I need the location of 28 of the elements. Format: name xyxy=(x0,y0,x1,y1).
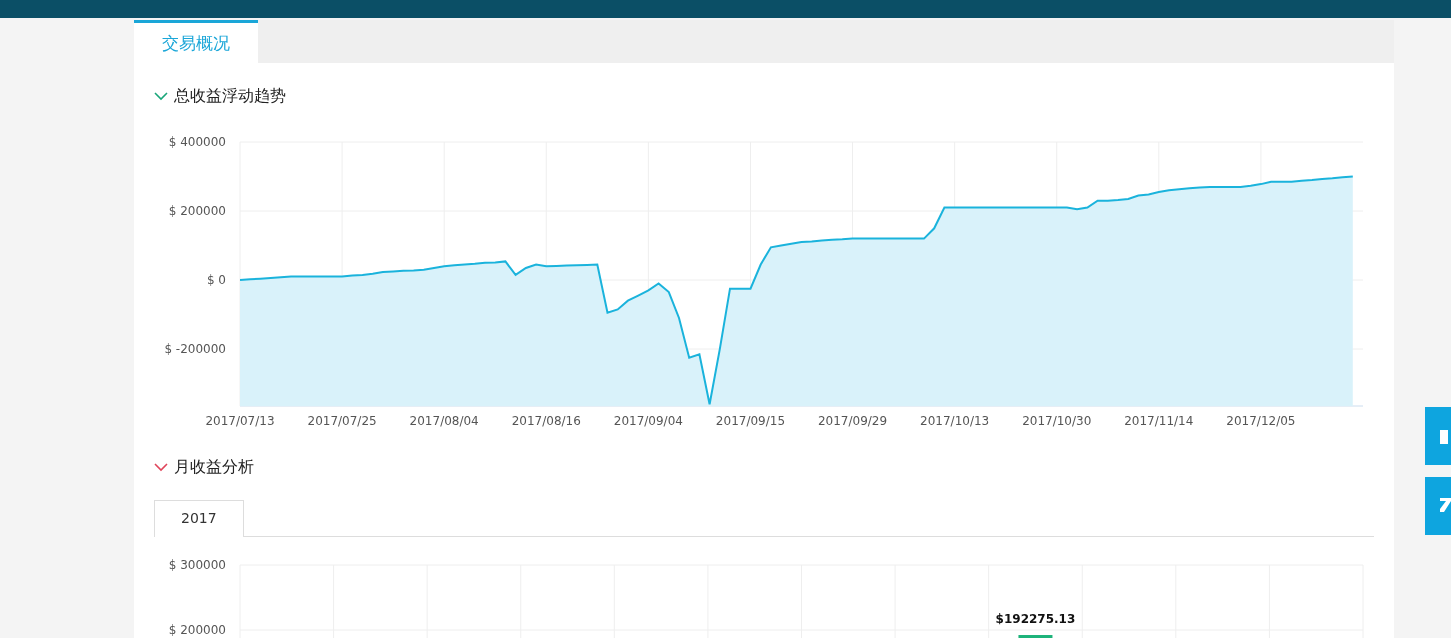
axis-label: $ 300000 xyxy=(168,558,226,572)
axis-label: 2017/09/04 xyxy=(613,414,683,428)
axis-label: $ 200000 xyxy=(168,204,226,218)
axis-label: $ 200000 xyxy=(168,623,226,637)
year-tab[interactable]: 2017 xyxy=(154,500,244,537)
axis-label: $ 0 xyxy=(206,273,226,288)
axis-label: $ -200000 xyxy=(164,342,226,357)
chevron-icon[interactable] xyxy=(154,462,168,472)
axis-label: 2017/08/16 xyxy=(511,414,581,428)
axis-label: 2017/11/14 xyxy=(1124,414,1194,428)
axis-label: 2017/07/25 xyxy=(307,414,377,428)
section-title: 月收益分析 xyxy=(174,456,254,478)
axis-label: 2017/09/15 xyxy=(715,414,786,428)
section-title: 总收益浮动趋势 xyxy=(174,85,286,107)
side-button[interactable] xyxy=(1425,407,1451,465)
axis-label: 2017/10/30 xyxy=(1022,414,1092,428)
value-label: $192275.13 xyxy=(995,612,1076,626)
slash-icon xyxy=(1440,498,1451,512)
axis-label: 2017/07/13 xyxy=(205,414,275,428)
axis-label: 2017/09/29 xyxy=(817,414,888,428)
axis-label: 2017/12/05 xyxy=(1226,414,1296,428)
bar xyxy=(1018,635,1053,638)
side-button[interactable] xyxy=(1425,477,1451,535)
axis-label: 2017/10/13 xyxy=(920,414,990,428)
chevron-icon[interactable] xyxy=(154,91,168,101)
bar-icon xyxy=(1440,430,1448,444)
axis-label: 2017/08/04 xyxy=(409,414,479,428)
axis-label: $ 400000 xyxy=(168,135,226,149)
